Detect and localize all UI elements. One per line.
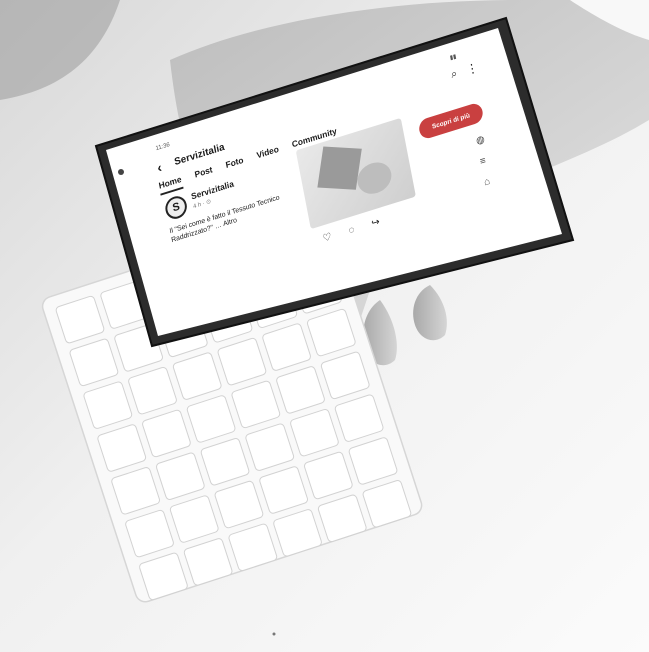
- tab-post[interactable]: Post: [194, 164, 214, 184]
- search-icon[interactable]: ⌕: [450, 67, 458, 82]
- comment-icon[interactable]: ◌: [348, 224, 356, 237]
- tab-home[interactable]: Home: [157, 173, 184, 196]
- camera-icon: [118, 169, 124, 175]
- more-icon[interactable]: ⋮: [465, 60, 479, 77]
- status-time: 11:36: [155, 142, 171, 153]
- image-shape: [354, 158, 394, 199]
- speck: [272, 632, 276, 636]
- share-icon[interactable]: ↪: [371, 216, 381, 229]
- side-icons: ◍ ≡ ⌂: [475, 134, 493, 189]
- avatar[interactable]: S: [163, 193, 189, 222]
- post-text: Il "Sei come è fatto il Tessuto Tecnico …: [169, 194, 281, 245]
- chat-icon[interactable]: ◍: [475, 134, 485, 147]
- tab-video[interactable]: Video: [256, 144, 281, 166]
- home-icon[interactable]: ⌂: [483, 175, 493, 189]
- image-shape: [317, 146, 362, 190]
- battery-icon: ▮▮: [449, 53, 457, 62]
- like-icon[interactable]: ♡: [322, 231, 333, 244]
- learn-more-button[interactable]: Scopri di più: [417, 101, 485, 141]
- list-icon[interactable]: ≡: [479, 154, 489, 168]
- tab-foto[interactable]: Foto: [225, 155, 245, 175]
- back-chevron-icon[interactable]: ‹: [156, 159, 163, 175]
